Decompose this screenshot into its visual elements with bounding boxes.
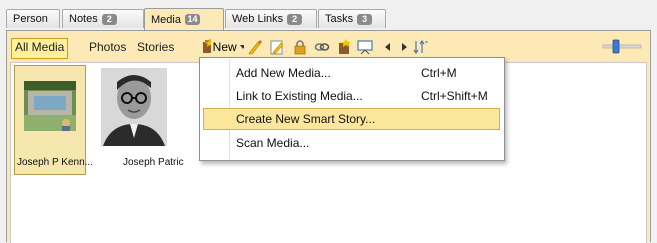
filter-all-media[interactable]: All Media (11, 38, 69, 59)
tab-label: Tasks (325, 13, 354, 25)
menu-item-label: Scan Media... (236, 136, 310, 150)
previous-arrow-icon[interactable] (380, 39, 396, 55)
tab-label: Media (151, 13, 181, 26)
edit-pencil-icon[interactable] (247, 39, 263, 55)
tab-web-links[interactable]: Web Links 2 (225, 9, 317, 28)
next-arrow-icon[interactable] (396, 39, 412, 55)
filter-stories[interactable]: Stories (134, 38, 177, 57)
menu-item-label: Create New Smart Story... (236, 112, 376, 126)
menu-item-add-new-media[interactable]: Add New Media... Ctrl+M (203, 62, 500, 84)
sort-icon[interactable] (413, 39, 429, 55)
tab-label: Web Links (232, 13, 284, 25)
tab-count-badge: 2 (287, 13, 303, 25)
privacy-lock-icon[interactable] (292, 39, 308, 55)
new-button-label: New (212, 40, 237, 54)
new-media-dropdown-menu: Add New Media... Ctrl+M Link to Existing… (199, 57, 505, 161)
menu-item-link-existing-media[interactable]: Link to Existing Media... Ctrl+Shift+M (203, 85, 500, 107)
tab-count-badge: 3 (357, 13, 373, 25)
media-caption: Joseph P Kenn... (17, 157, 93, 168)
edit-properties-icon[interactable] (269, 39, 285, 55)
new-media-button[interactable]: New (200, 38, 244, 56)
menu-item-scan-media[interactable]: Scan Media... (203, 132, 500, 154)
tab-count-badge: 2 (101, 13, 117, 25)
tab-count-badge: 14 (184, 14, 200, 25)
thumbnail-size-slider[interactable] (602, 38, 642, 55)
tab-notes[interactable]: Notes 2 (62, 9, 144, 28)
media-caption: Joseph Patric (123, 157, 184, 168)
link-media-icon[interactable] (314, 39, 330, 55)
media-tools-icon[interactable] (336, 39, 352, 55)
tab-media[interactable]: Media 14 (144, 8, 224, 30)
tab-person[interactable]: Person (6, 9, 60, 28)
menu-item-shortcut: Ctrl+Shift+M (421, 89, 488, 103)
tab-label: Person (13, 13, 48, 25)
media-thumbnail[interactable]: Joseph Patric (88, 65, 184, 175)
menu-item-shortcut: Ctrl+M (421, 66, 457, 80)
chevron-down-icon (239, 45, 244, 49)
tab-strip: Person Notes 2 Media 14 Web Links 2 Task… (6, 8, 657, 30)
menu-item-label: Link to Existing Media... (236, 89, 363, 103)
media-thumbnail[interactable]: Joseph P Kenn... (14, 65, 93, 175)
tab-tasks[interactable]: Tasks 3 (318, 9, 386, 28)
menu-item-create-smart-story[interactable]: Create New Smart Story... (203, 108, 500, 130)
portrait-photo (101, 68, 167, 146)
menu-item-label: Add New Media... (236, 66, 331, 80)
new-media-icon (203, 39, 211, 53)
filter-photos[interactable]: Photos (86, 38, 129, 57)
tab-label: Notes (69, 13, 98, 25)
gravesite-photo (24, 81, 76, 131)
slideshow-icon[interactable] (357, 39, 373, 55)
